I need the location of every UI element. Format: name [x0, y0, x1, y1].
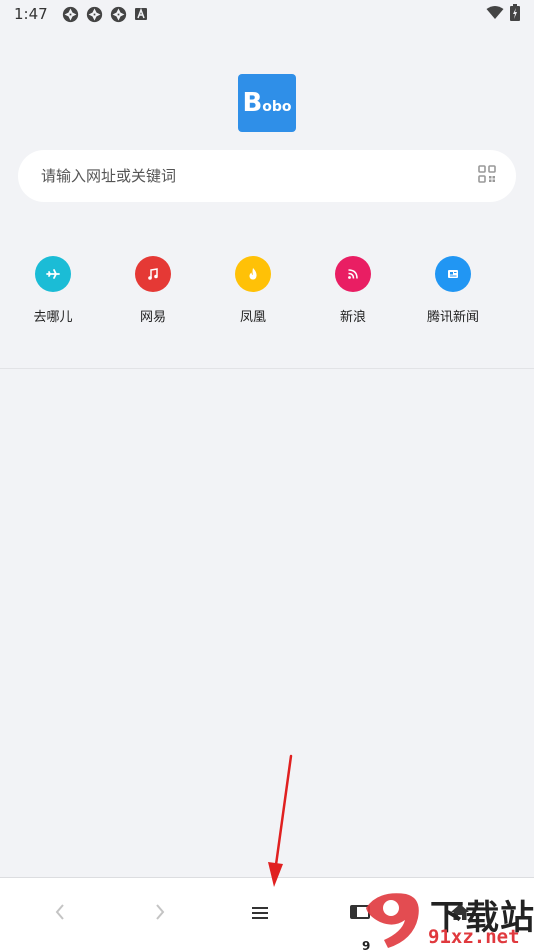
quick-link-qunar[interactable]: 去哪儿: [3, 256, 103, 325]
menu-button[interactable]: [210, 878, 310, 950]
quick-link-label: 腾讯新闻: [426, 310, 479, 325]
wifi-icon: [486, 5, 504, 24]
search-input[interactable]: [41, 167, 478, 185]
quick-link-netease[interactable]: 网易: [103, 256, 203, 325]
logo-text-small: obo: [262, 99, 292, 115]
divider: [0, 368, 534, 369]
battery-charging-icon: [510, 3, 520, 25]
watermark-domain: 91xz.net: [428, 926, 520, 948]
watermark-logo-icon: 9: [362, 893, 419, 950]
rss-icon: [335, 256, 371, 292]
quick-link-label: 网易: [139, 310, 166, 325]
annotation-arrow: [268, 754, 293, 887]
quick-link-sina[interactable]: 新浪: [303, 256, 403, 325]
forward-icon: [154, 903, 166, 925]
qr-scan-icon[interactable]: [478, 165, 496, 187]
quick-link-label: 去哪儿: [33, 310, 73, 325]
forward-button[interactable]: [110, 878, 210, 950]
flame-icon: [235, 256, 271, 292]
plane-icon: [35, 256, 71, 292]
aperture-icon: [110, 6, 127, 23]
watermark: 9 下载站 91xz.net: [358, 888, 534, 950]
quick-link-ifeng[interactable]: 凤凰: [203, 256, 303, 325]
status-time: 1:47: [14, 5, 48, 23]
search-bar[interactable]: [18, 150, 516, 202]
menu-icon: [252, 905, 268, 924]
music-icon: [135, 256, 171, 292]
quick-link-label: 凤凰: [239, 310, 266, 325]
bobo-logo: B obo: [238, 74, 296, 132]
aperture-icon: [62, 6, 79, 23]
aperture-icon: [86, 6, 103, 23]
quick-links: 去哪儿 网易 凤凰 新浪 腾讯新闻: [3, 256, 503, 325]
a-badge-icon: [134, 7, 148, 21]
watermark-number: 9: [362, 939, 370, 950]
logo-text-big: B: [242, 88, 263, 118]
browser-home-screen: 1:47 B obo 请输入网址或关键词 去哪儿 网易 凤凰 新浪 腾讯新闻 9…: [0, 0, 534, 950]
news-icon: [435, 256, 471, 292]
status-bar: 1:47: [0, 0, 534, 28]
back-button[interactable]: [10, 878, 110, 950]
back-icon: [54, 903, 66, 925]
quick-link-label: 新浪: [339, 310, 366, 325]
quick-link-tencent-news[interactable]: 腾讯新闻: [403, 256, 503, 325]
